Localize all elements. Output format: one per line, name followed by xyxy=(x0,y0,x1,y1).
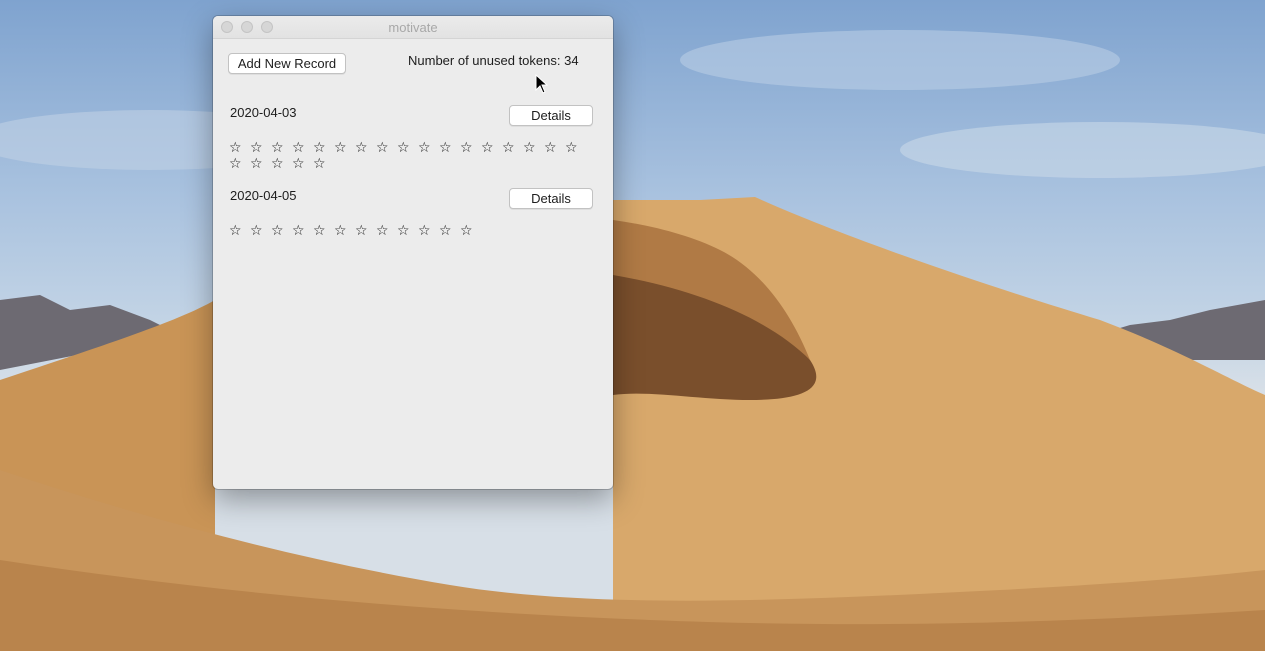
star-icon: ☆ xyxy=(397,140,410,156)
star-icon: ☆ xyxy=(250,156,263,172)
star-icon: ☆ xyxy=(313,156,326,172)
star-icon: ☆ xyxy=(313,223,326,239)
star-icon: ☆ xyxy=(250,140,263,156)
star-icon: ☆ xyxy=(292,140,305,156)
star-icon: ☆ xyxy=(439,223,452,239)
title-bar[interactable]: motivate xyxy=(213,16,613,39)
record-date: 2020-04-05 xyxy=(230,188,297,203)
star-icon: ☆ xyxy=(481,140,494,156)
pointer-cursor-icon xyxy=(535,74,549,94)
star-icon: ☆ xyxy=(292,156,305,172)
star-icon: ☆ xyxy=(271,156,284,172)
record-date: 2020-04-03 xyxy=(230,105,297,120)
star-icon: ☆ xyxy=(292,223,305,239)
star-icon: ☆ xyxy=(439,140,452,156)
details-button[interactable]: Details xyxy=(509,105,593,126)
add-new-record-button[interactable]: Add New Record xyxy=(228,53,346,74)
star-icon: ☆ xyxy=(271,223,284,239)
window-title: motivate xyxy=(388,20,438,35)
star-row: ☆ ☆ ☆ ☆ ☆ ☆ ☆ ☆ ☆ ☆ ☆ ☆ xyxy=(229,223,599,239)
star-icon: ☆ xyxy=(355,223,368,239)
star-icon: ☆ xyxy=(376,223,389,239)
star-icon: ☆ xyxy=(250,223,263,239)
details-button[interactable]: Details xyxy=(509,188,593,209)
star-icon: ☆ xyxy=(355,140,368,156)
star-icon: ☆ xyxy=(502,140,515,156)
star-icon: ☆ xyxy=(418,140,431,156)
star-icon: ☆ xyxy=(460,140,473,156)
star-icon: ☆ xyxy=(544,140,557,156)
star-icon: ☆ xyxy=(334,223,347,239)
star-icon: ☆ xyxy=(376,140,389,156)
star-icon: ☆ xyxy=(313,140,326,156)
star-row: ☆ ☆ ☆ ☆ ☆ ☆ ☆ ☆ ☆ ☆ ☆ ☆ ☆ ☆ ☆ ☆ ☆☆ ☆ ☆ ☆ ☆ xyxy=(229,140,599,172)
star-icon: ☆ xyxy=(334,140,347,156)
star-icon: ☆ xyxy=(229,156,242,172)
star-icon: ☆ xyxy=(565,140,578,156)
desktop-wallpaper xyxy=(0,0,1265,651)
star-icon: ☆ xyxy=(271,140,284,156)
star-icon: ☆ xyxy=(397,223,410,239)
star-icon: ☆ xyxy=(460,223,473,239)
star-icon: ☆ xyxy=(229,223,242,239)
star-icon: ☆ xyxy=(229,140,242,156)
star-icon: ☆ xyxy=(418,223,431,239)
dune-landscape xyxy=(0,30,1265,651)
star-icon: ☆ xyxy=(523,140,536,156)
unused-tokens-label: Number of unused tokens: 34 xyxy=(408,53,579,68)
app-window: motivate Add New Record Number of unused… xyxy=(213,16,613,489)
